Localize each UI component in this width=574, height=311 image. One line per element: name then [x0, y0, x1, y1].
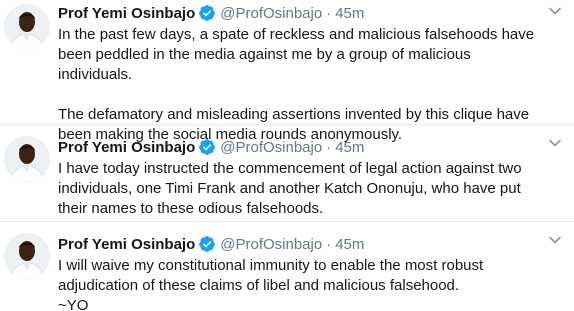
tweet-timestamp[interactable]: 45m — [335, 236, 364, 253]
verified-badge-icon — [198, 4, 216, 22]
tweet-content: Prof Yemi Osinbajo @ProfOsinbajo · 45m I… — [58, 0, 574, 143]
author-name[interactable]: Prof Yemi Osinbajo — [58, 236, 195, 253]
avatar-column — [0, 223, 58, 311]
verified-badge-icon — [198, 235, 216, 253]
header-separator: · — [326, 235, 332, 253]
author-handle[interactable]: @ProfOsinbajo — [220, 5, 322, 22]
author-name[interactable]: Prof Yemi Osinbajo — [58, 139, 195, 156]
header-separator: · — [326, 138, 332, 156]
avatar-column — [0, 126, 58, 221]
author-name[interactable]: Prof Yemi Osinbajo — [58, 5, 195, 22]
tweet-content: Prof Yemi Osinbajo @ProfOsinbajo · 45m I… — [58, 223, 574, 311]
tweet-content: Prof Yemi Osinbajo @ProfOsinbajo · 45m I… — [58, 126, 574, 221]
tweet-thread: Prof Yemi Osinbajo @ProfOsinbajo · 45m I… — [0, 0, 574, 311]
header-separator: · — [326, 4, 332, 22]
chevron-down-icon[interactable] — [548, 4, 562, 18]
tweet-timestamp[interactable]: 45m — [335, 139, 364, 156]
tweet[interactable]: Prof Yemi Osinbajo @ProfOsinbajo · 45m I… — [0, 126, 574, 222]
tweet-paragraph: In the past few days, a spate of reckles… — [58, 26, 535, 83]
avatar[interactable] — [4, 4, 50, 50]
tweet-paragraph: I have today instructed the commencement… — [58, 160, 522, 217]
tweet[interactable]: Prof Yemi Osinbajo @ProfOsinbajo · 45m I… — [0, 223, 574, 311]
tweet-text: I have today instructed the commencement… — [58, 159, 544, 219]
chevron-down-icon[interactable] — [548, 136, 562, 150]
tweet-header: Prof Yemi Osinbajo @ProfOsinbajo · 45m — [58, 1, 544, 25]
chevron-down-icon[interactable] — [548, 233, 562, 247]
tweet-header: Prof Yemi Osinbajo @ProfOsinbajo · 45m — [58, 135, 544, 159]
author-handle[interactable]: @ProfOsinbajo — [220, 139, 322, 156]
avatar[interactable] — [4, 136, 50, 182]
avatar-column — [0, 0, 58, 124]
tweet-paragraph: I will waive my constitutional immunity … — [58, 257, 484, 294]
tweet-timestamp[interactable]: 45m — [335, 5, 364, 22]
verified-badge-icon — [198, 138, 216, 156]
tweet-text: I will waive my constitutional immunity … — [58, 256, 544, 311]
tweet[interactable]: Prof Yemi Osinbajo @ProfOsinbajo · 45m I… — [0, 0, 574, 143]
author-handle[interactable]: @ProfOsinbajo — [220, 236, 322, 253]
tweet-signature: ~YO — [58, 297, 89, 311]
avatar[interactable] — [4, 233, 50, 279]
tweet-header: Prof Yemi Osinbajo @ProfOsinbajo · 45m — [58, 232, 544, 256]
